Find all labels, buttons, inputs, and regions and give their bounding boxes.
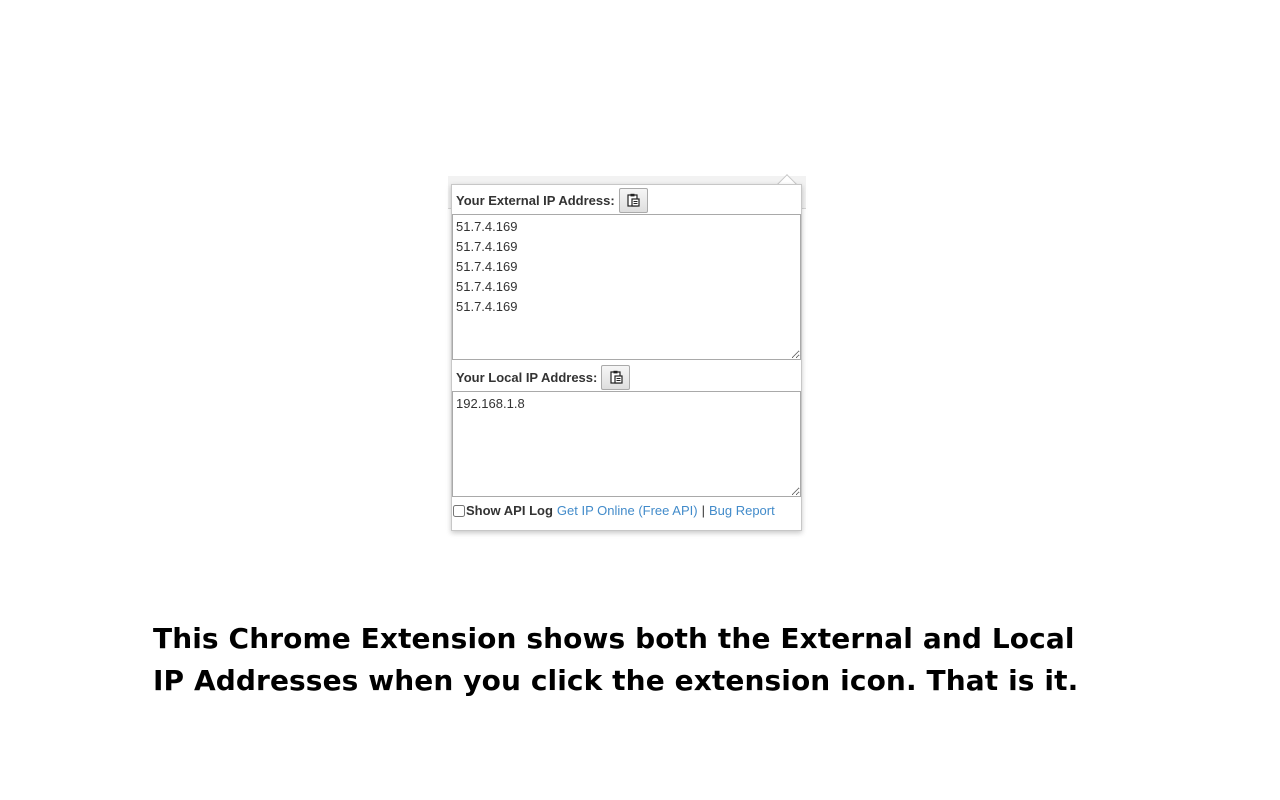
local-ip-field[interactable] bbox=[452, 391, 801, 497]
get-ip-online-link[interactable]: Get IP Online (Free API) bbox=[557, 503, 698, 518]
clipboard-icon bbox=[627, 193, 640, 207]
external-ip-header: Your External IP Address: bbox=[456, 187, 648, 213]
link-separator: | bbox=[701, 503, 705, 518]
bug-report-link[interactable]: Bug Report bbox=[709, 503, 775, 518]
external-ip-label: Your External IP Address: bbox=[456, 192, 615, 208]
copy-external-ip-button[interactable] bbox=[618, 187, 648, 213]
show-api-log-checkbox[interactable] bbox=[453, 504, 465, 517]
show-api-log-label: Show API Log bbox=[466, 503, 553, 518]
popup-footer: Show API Log Get IP Online (Free API) | … bbox=[453, 503, 775, 518]
external-ip-field[interactable] bbox=[452, 214, 801, 360]
clipboard-icon bbox=[610, 370, 623, 384]
promo-caption: This Chrome Extension shows both the Ext… bbox=[153, 622, 1079, 697]
local-ip-label: Your Local IP Address: bbox=[456, 369, 598, 385]
extension-popup: Your External IP Address: Your Local IP … bbox=[451, 184, 802, 531]
local-ip-header: Your Local IP Address: bbox=[456, 364, 631, 390]
copy-local-ip-button[interactable] bbox=[601, 364, 631, 390]
